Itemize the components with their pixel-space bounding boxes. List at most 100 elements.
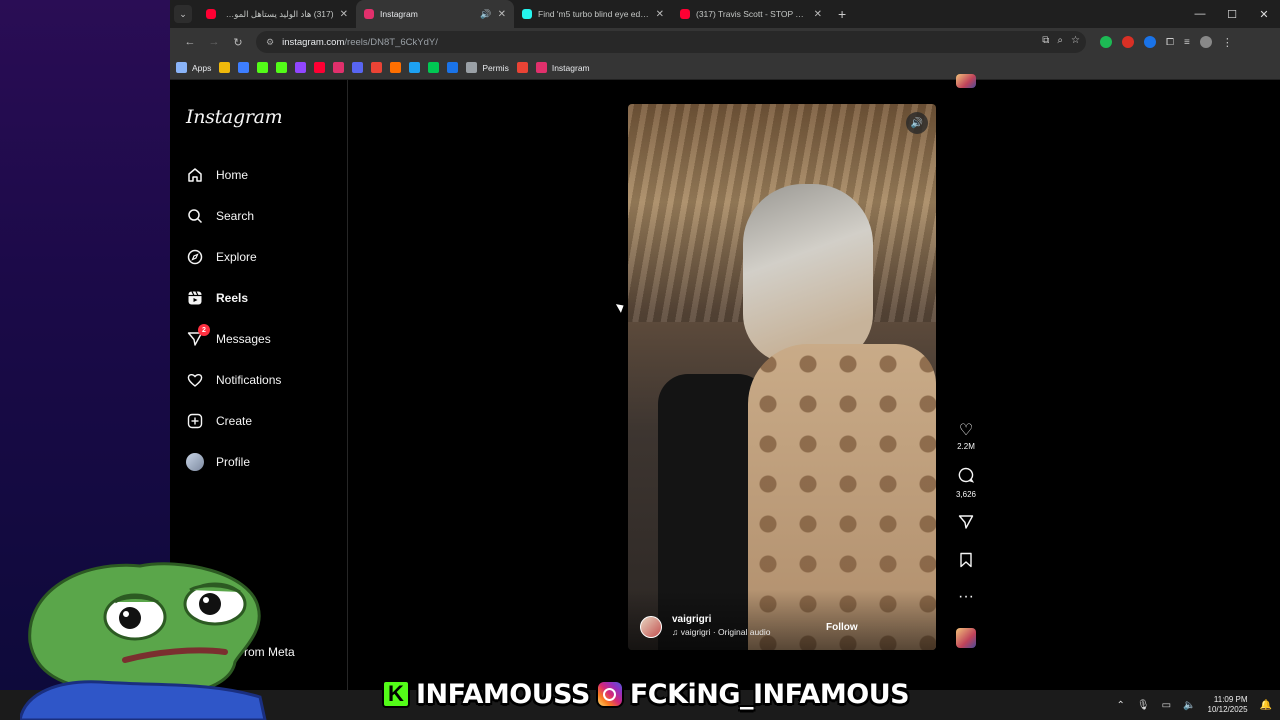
nav-create[interactable]: Create (186, 409, 252, 433)
media-control-icon[interactable]: ≡ (1184, 37, 1190, 48)
bookmark-item[interactable] (390, 62, 402, 73)
bookmark-icon (314, 62, 326, 73)
nav-profile[interactable]: Profile (186, 450, 250, 474)
tab-youtube-1[interactable]: (317) هاد الوليد يستاهل الموطور ! ✕ (198, 0, 356, 28)
url-input[interactable]: ⚙ instagram.com/reels/DN8T_6CkYdY/ ⧉ ⌕ ☆ (256, 31, 1086, 53)
bookmark-item[interactable]: Instagram (535, 62, 590, 73)
nav-explore[interactable]: Explore (186, 245, 257, 269)
bookmark-icon (257, 62, 269, 73)
maximize-icon[interactable]: ☐ (1216, 0, 1248, 28)
bookmark-label: Instagram (551, 62, 590, 73)
tab-search-button[interactable]: ⌄ (174, 5, 192, 23)
save-button[interactable] (954, 552, 978, 573)
nav-label: Reels (216, 291, 249, 305)
bookmark-item[interactable] (516, 62, 528, 73)
back-icon[interactable]: ← (178, 36, 202, 48)
bookmark-item[interactable]: Permis (466, 62, 509, 73)
tab-title: Find 'm5 turbo blind eye edit' o (538, 9, 650, 19)
bookmark-item[interactable] (295, 62, 307, 73)
new-tab-icon[interactable]: + (838, 6, 846, 22)
tab-bar: ⌄ (317) هاد الوليد يستاهل الموطور ! ✕ In… (170, 0, 1280, 28)
follow-button[interactable]: Follow (826, 622, 858, 633)
instagram-logo-icon (595, 680, 624, 708)
speaker-icon[interactable]: 🔊 (480, 9, 491, 20)
browser-window: ⌄ (317) هاد الوليد يستاهل الموطور ! ✕ In… (170, 0, 1280, 690)
reel-video[interactable]: 🔊 vaigrigri ♫ vaigrigri · Original audio… (628, 104, 936, 650)
bookmark-item[interactable] (238, 62, 250, 73)
bookmark-icon (219, 62, 231, 73)
extension-blue-icon[interactable] (1144, 36, 1156, 48)
bookmark-item[interactable] (219, 62, 231, 73)
search-icon (186, 207, 204, 225)
extension-green-icon[interactable] (1100, 36, 1112, 48)
bookmark-item[interactable] (352, 62, 364, 73)
close-tab-icon[interactable]: ✕ (656, 9, 664, 20)
more-options-button[interactable]: ··· (954, 588, 978, 606)
instagram-logo[interactable]: Instagram (186, 106, 283, 128)
bookmark-icon (238, 62, 250, 73)
nav-label: Profile (216, 455, 251, 469)
nav-reels[interactable]: Reels (186, 286, 248, 310)
profile-avatar-icon[interactable] (1199, 36, 1212, 48)
volume-icon[interactable]: 🔈 (1183, 700, 1195, 711)
reels-icon (186, 289, 204, 307)
reel-audio-label[interactable]: ♫ vaigrigri · Original audio (672, 627, 771, 637)
extension-puzzle-icon[interactable]: ⧠ (1166, 37, 1174, 48)
bookmark-item[interactable] (447, 62, 459, 73)
microphone-icon[interactable]: 🎙 (1137, 700, 1150, 711)
bookmark-item[interactable] (409, 62, 421, 73)
site-info-icon[interactable]: ⚙ (266, 37, 274, 48)
avatar (186, 453, 204, 471)
bookmark-item[interactable] (333, 62, 345, 73)
zoom-icon[interactable]: ⌕ (1057, 35, 1063, 46)
url-host: instagram.com (282, 36, 345, 48)
previous-reel-thumbnail[interactable] (956, 74, 976, 88)
reel-author-username[interactable]: vaigrigri (672, 614, 711, 625)
bookmark-item[interactable] (428, 62, 440, 73)
address-bar-row: ← → ↻ ⚙ instagram.com/reels/DN8T_6CkYdY/… (170, 28, 1280, 56)
bookmark-item[interactable] (314, 62, 326, 73)
extension-red-icon[interactable] (1122, 36, 1134, 48)
bookmark-icon (333, 62, 345, 73)
nav-notifications[interactable]: Notifications (186, 368, 281, 392)
nav-home[interactable]: Home (186, 163, 248, 187)
close-tab-icon[interactable]: ✕ (340, 9, 348, 20)
stream-overlay-banner: K INFAMOUSS FCKiNG_INFAMOUS (382, 676, 910, 712)
nav-messages[interactable]: 2 Messages (186, 324, 271, 351)
nav-search[interactable]: Search (186, 204, 254, 228)
bookmark-item[interactable]: Apps (176, 62, 211, 73)
audio-thumbnail[interactable] (956, 628, 976, 648)
tab-youtube-2[interactable]: (317) Travis Scott - STOP TRYIN ✕ (672, 0, 830, 28)
comment-button[interactable]: 3,626 (954, 467, 978, 499)
home-icon (186, 166, 204, 184)
sound-toggle-icon[interactable]: 🔊 (906, 112, 928, 134)
cast-icon[interactable]: ⧉ (1042, 35, 1049, 46)
bookmark-icon (276, 62, 288, 73)
bookmark-item[interactable] (371, 62, 383, 73)
clock[interactable]: 11:09 PM 10/12/2025 (1208, 695, 1248, 715)
notifications-icon[interactable]: 🔔 (1260, 700, 1272, 711)
network-icon[interactable]: ▭ (1162, 700, 1171, 711)
minimize-icon[interactable]: — (1184, 0, 1216, 28)
nav-label: Home (216, 168, 249, 182)
bookmark-star-icon[interactable]: ☆ (1071, 35, 1080, 46)
menu-dots-icon[interactable]: ⋮ (1222, 36, 1233, 49)
tab-instagram[interactable]: Instagram 🔊 ✕ (356, 0, 514, 28)
bookmark-icon (409, 62, 421, 73)
bookmark-item[interactable] (257, 62, 269, 73)
share-button[interactable] (954, 514, 978, 535)
close-tab-icon[interactable]: ✕ (814, 9, 822, 20)
forward-icon[interactable]: → (202, 36, 226, 48)
chevron-up-icon[interactable]: ⌃ (1117, 700, 1125, 711)
youtube-icon (680, 9, 690, 19)
bookmark-item[interactable] (276, 62, 288, 73)
reel-author-avatar[interactable] (640, 616, 662, 638)
like-button[interactable]: ♡ 2.2M (954, 420, 978, 451)
mouse-cursor (615, 301, 627, 313)
bookmark-icon (176, 62, 187, 73)
close-tab-icon[interactable]: ✕ (498, 9, 506, 20)
tab-tiktok[interactable]: Find 'm5 turbo blind eye edit' o ✕ (514, 0, 672, 28)
instagram-page: Instagram Home Search Explore Reels 2 Me… (170, 74, 1280, 690)
close-window-icon[interactable]: ✕ (1248, 0, 1280, 28)
reload-icon[interactable]: ↻ (226, 36, 250, 49)
